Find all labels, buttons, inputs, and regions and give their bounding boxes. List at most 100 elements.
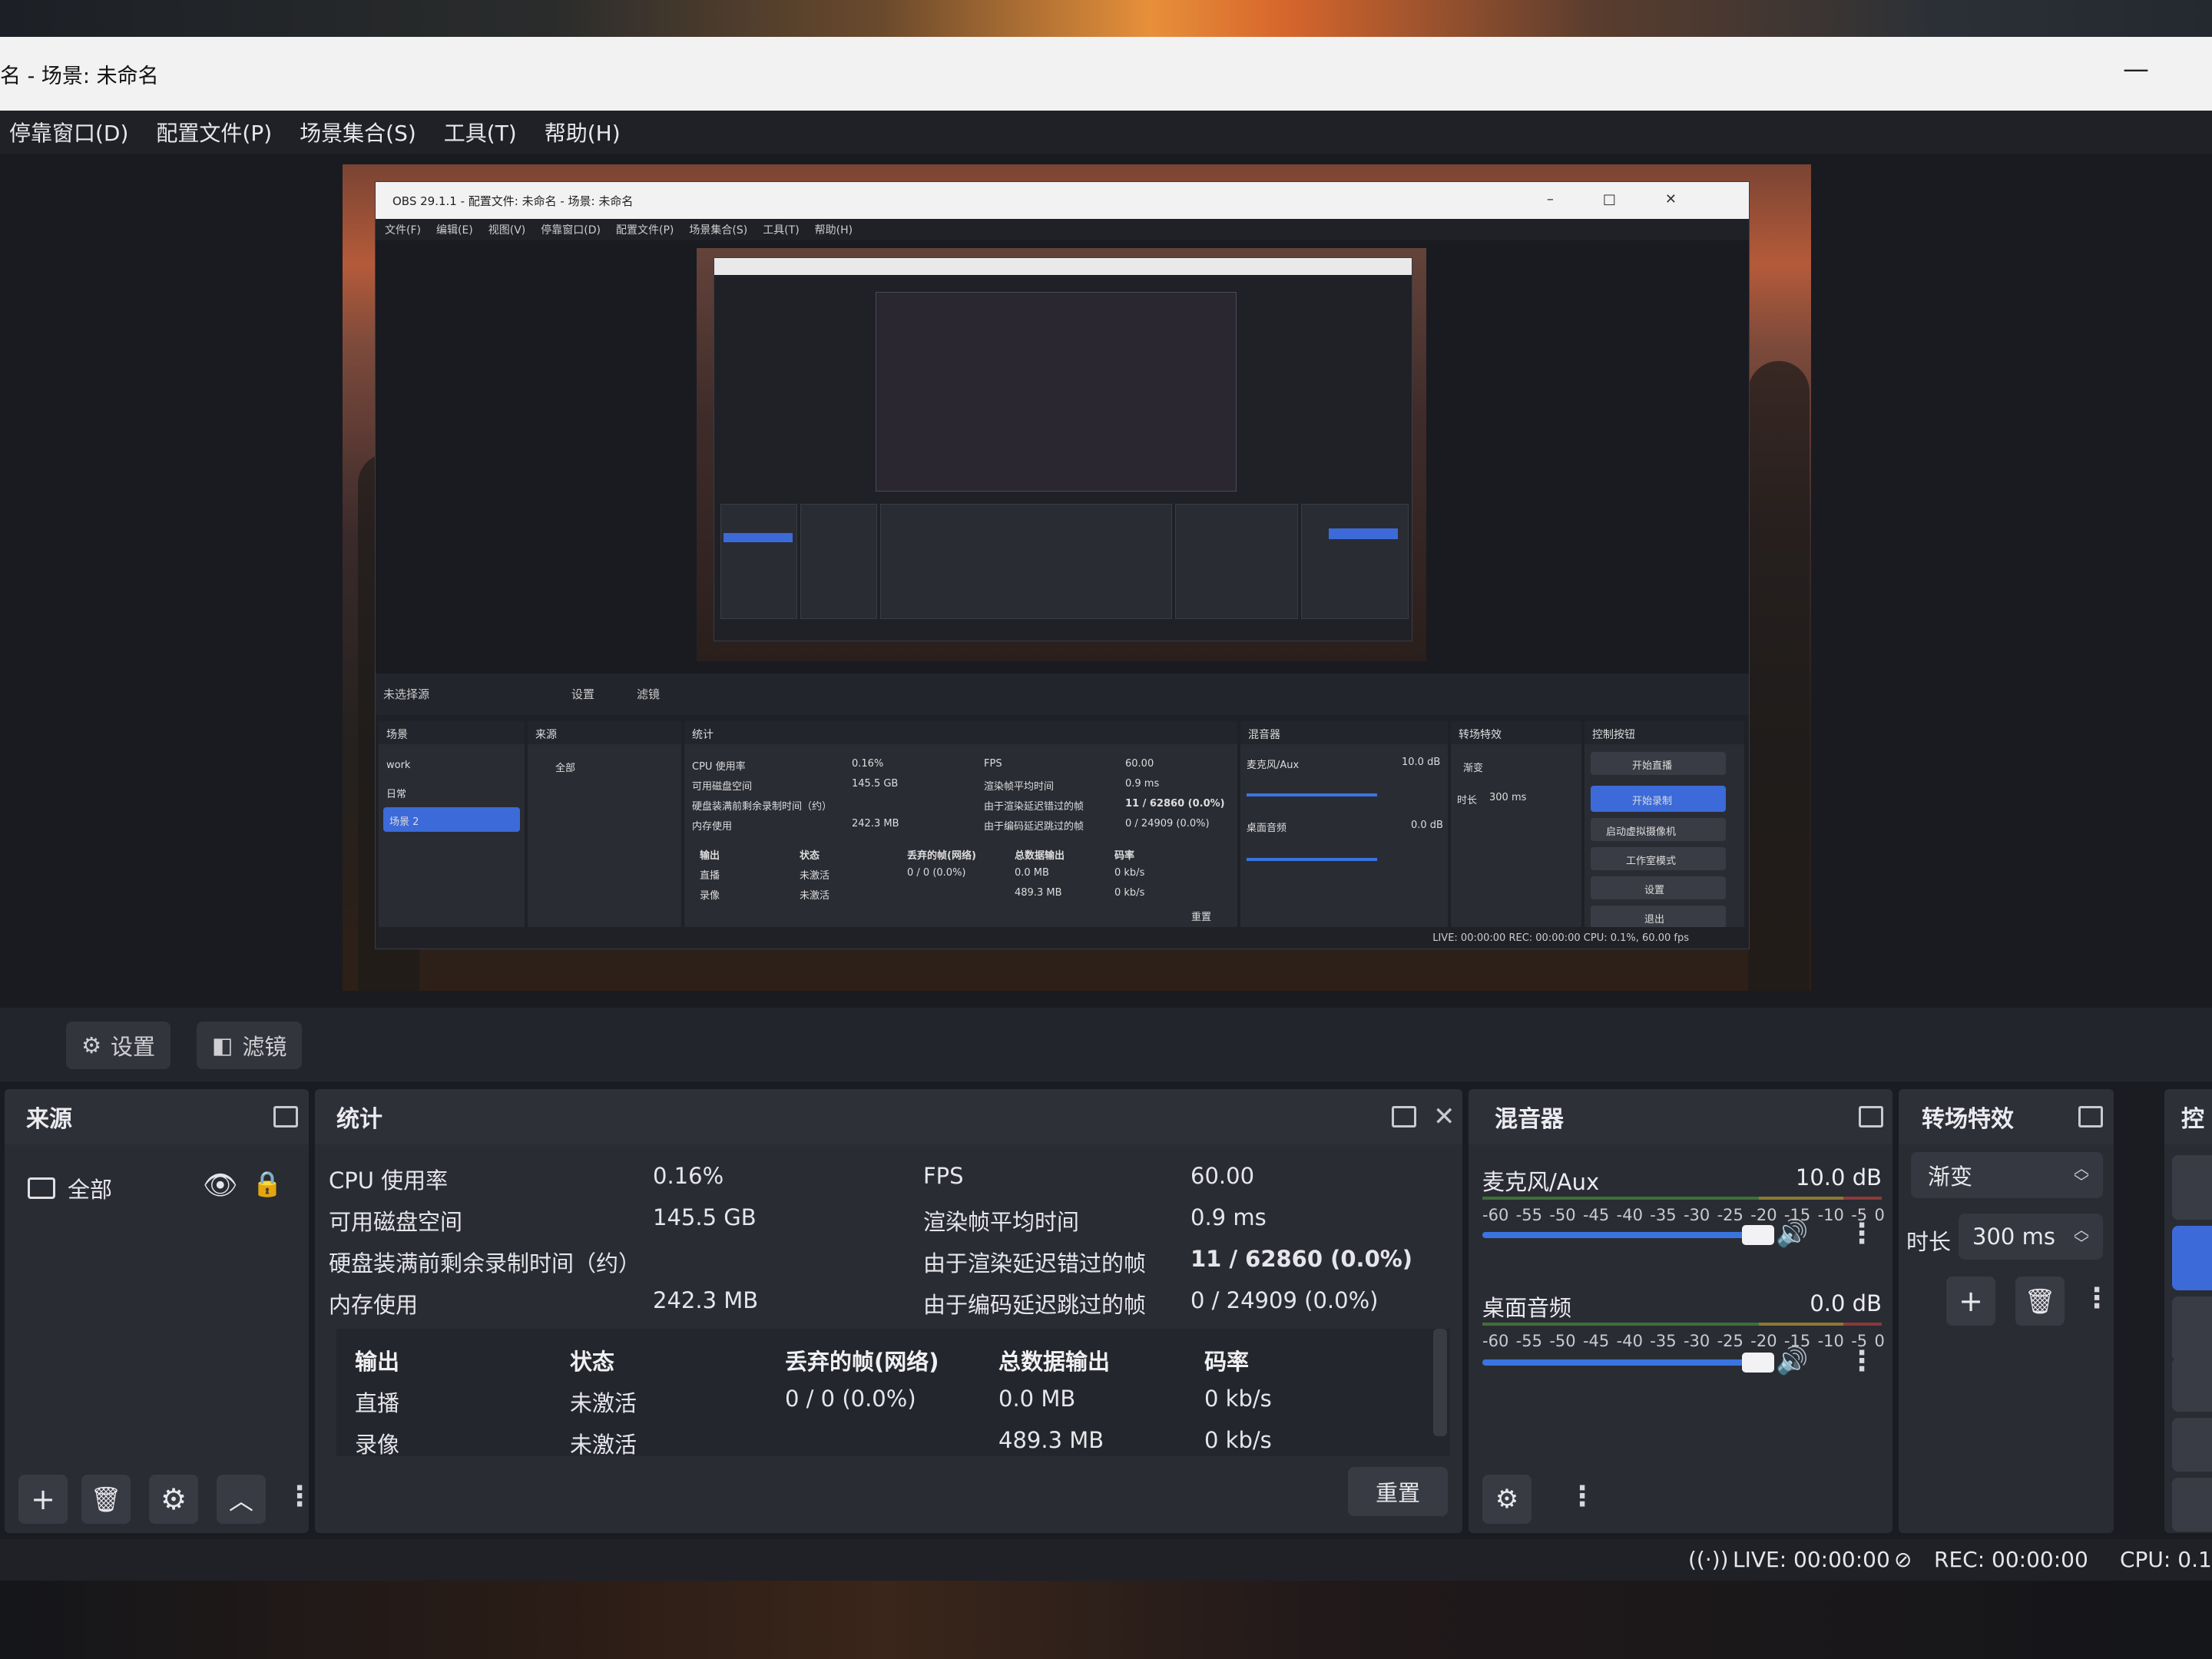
remove-source-button[interactable]: 🗑 — [81, 1475, 131, 1524]
speaker-icon[interactable]: 🔊 — [1776, 1218, 1808, 1249]
table-scrollbar[interactable] — [1433, 1329, 1447, 1436]
duration-spinbox[interactable]: 300 ms ︿ ﹀ — [1959, 1214, 2103, 1260]
scale-label: -45 — [1582, 1332, 1610, 1350]
more-options-icon[interactable]: ⋮ — [2083, 1283, 2111, 1314]
mixer-dock-header: 混音器 — [1469, 1089, 1892, 1144]
sources-dock-title: 来源 — [26, 1106, 72, 1133]
settings-button[interactable] — [2172, 1418, 2212, 1472]
nested-dock-title: 来源 — [528, 721, 681, 744]
meter-yellow — [1759, 1323, 1843, 1326]
menu-scene-collection[interactable]: 场景集合(S) — [290, 117, 426, 147]
status-bar: ((·)) LIVE: 00:00:00 ⊘ REC: 00:00:00 CPU… — [0, 1539, 2212, 1581]
more-options-icon[interactable]: ⋮ — [1848, 1346, 1876, 1377]
nested-stat-value: 0.16% — [852, 758, 884, 770]
nested-stat-label: 内存使用 — [692, 821, 733, 833]
more-options-icon[interactable]: ⋮ — [1848, 1218, 1876, 1250]
nested-table-cell: 0.0 MB — [1015, 867, 1049, 879]
volume-slider-handle[interactable] — [1742, 1225, 1774, 1245]
nested-preview — [376, 240, 1749, 732]
add-source-button[interactable]: + — [18, 1475, 68, 1524]
nested-scene-item: 日常 — [386, 789, 407, 800]
sources-dock: 来源 全部 👁 🔒 + 🗑 ⚙ ︿ ⋮ — [5, 1089, 309, 1533]
recursive-blue-button — [1329, 528, 1398, 539]
spin-arrows-icon[interactable]: ︿ ﹀ — [2074, 1222, 2089, 1251]
scale-label: 0 — [1874, 1332, 1885, 1350]
start-recording-button[interactable] — [2172, 1226, 2212, 1290]
audio-meter — [1482, 1197, 1882, 1204]
audio-meter — [1482, 1323, 1882, 1330]
source-properties-button[interactable]: ⚙ — [149, 1475, 198, 1524]
nested-toolbar-label: 未选择源 — [383, 687, 430, 701]
duration-value: 300 ms — [1972, 1224, 2055, 1250]
mixer-dock-title: 混音器 — [1495, 1106, 1564, 1133]
scale-label: -10 — [1817, 1206, 1844, 1224]
window-title: 名 - 场景: 未命名 — [0, 64, 159, 88]
nested-control-button: 开始直播 — [1591, 752, 1726, 775]
nested-volume-slider — [1247, 858, 1377, 861]
table-cell: 0 / 0 (0.0%) — [785, 1386, 916, 1412]
source-settings-button[interactable]: ⚙ 设置 — [66, 1022, 171, 1069]
float-dock-icon[interactable] — [1859, 1106, 1883, 1128]
nested-stat-label: FPS — [984, 758, 1002, 770]
float-dock-icon[interactable] — [1392, 1106, 1416, 1128]
nested-obs-window: OBS 29.1.1 - 配置文件: 未命名 - 场景: 未命名 –□✕ 文件(… — [375, 181, 1750, 949]
move-source-up-button[interactable]: ︿ — [217, 1475, 266, 1524]
nested-menu-item: 帮助(H) — [814, 224, 853, 237]
nested-menu-item: 配置文件(P) — [616, 224, 674, 237]
menu-docks[interactable]: 停靠窗口(D) — [0, 117, 137, 147]
scale-label: -20 — [1750, 1206, 1777, 1224]
filters-button[interactable]: ◧ 滤镜 — [197, 1022, 303, 1069]
advanced-audio-button[interactable]: ⚙ — [1482, 1475, 1532, 1524]
sources-dock-header: 来源 — [5, 1089, 309, 1144]
more-options-icon[interactable]: ⋮ — [286, 1481, 309, 1512]
nested-menu-item: 工具(T) — [763, 224, 800, 237]
stat-value: 145.5 GB — [653, 1204, 757, 1230]
table-cell: 0 kb/s — [1204, 1386, 1272, 1412]
stat-label: FPS — [923, 1163, 964, 1189]
table-cell: 录像 — [355, 1432, 400, 1456]
table-header: 码率 — [1204, 1349, 1250, 1375]
lock-icon[interactable]: 🔒 — [252, 1169, 283, 1198]
transition-select[interactable]: 渐变 ︿ ﹀ — [1911, 1152, 2103, 1198]
float-dock-icon[interactable] — [273, 1106, 298, 1128]
exit-button[interactable] — [2172, 1478, 2212, 1532]
menu-tools[interactable]: 工具(T) — [435, 117, 526, 147]
nested-reset: 重置 — [1191, 912, 1212, 923]
menu-help[interactable]: 帮助(H) — [535, 117, 630, 147]
trash-icon: 🗑 — [2024, 1286, 2056, 1316]
volume-slider-handle[interactable] — [1742, 1353, 1774, 1373]
nested-table-cell: 0 kb/s — [1114, 887, 1145, 899]
more-options-icon[interactable]: ⋮ — [1568, 1481, 1596, 1512]
nested-source-item: 全部 — [555, 763, 576, 774]
nested-stat-value: 0 / 24909 (0.0%) — [1125, 818, 1210, 830]
rec-time: REC: 00:00:00 — [1934, 1547, 2088, 1572]
minimize-button[interactable]: — — [2123, 54, 2149, 84]
menu-profile[interactable]: 配置文件(P) — [147, 117, 281, 147]
volume-slider[interactable] — [1482, 1353, 1774, 1373]
trash-icon: 🗑 — [90, 1485, 122, 1514]
preview-canvas[interactable]: OBS 29.1.1 - 配置文件: 未命名 - 场景: 未命名 –□✕ 文件(… — [343, 164, 1811, 991]
spin-arrows-icon: ︿ ﹀ — [2074, 1159, 2089, 1191]
close-icon[interactable]: ✕ — [1433, 1101, 1455, 1132]
nested-controls-dock: 控制按钮 开始直播 开始录制 启动虚拟摄像机 工作室模式 设置 退出 — [1584, 721, 1744, 929]
nested-status-text: LIVE: 00:00:00 REC: 00:00:00 CPU: 0.1%, … — [1432, 932, 1689, 944]
studio-mode-button[interactable] — [2172, 1358, 2212, 1412]
source-item[interactable]: 全部 — [28, 1172, 112, 1204]
start-streaming-button[interactable] — [2172, 1155, 2212, 1220]
scale-label: -50 — [1549, 1332, 1576, 1350]
speaker-icon[interactable]: 🔊 — [1776, 1346, 1808, 1376]
display-capture-icon — [28, 1177, 55, 1199]
remove-transition-button[interactable]: 🗑 — [2015, 1277, 2065, 1326]
float-dock-icon[interactable] — [2078, 1106, 2103, 1128]
nested-window-controls: –□✕ — [1546, 191, 1726, 207]
stat-value: 0 / 24909 (0.0%) — [1190, 1287, 1379, 1313]
mixer-dock: 混音器 麦克风/Aux 10.0 dB -60 -55 -50 -45 -40 … — [1469, 1089, 1892, 1533]
source-settings-label: 设置 — [111, 1034, 156, 1060]
volume-slider[interactable] — [1482, 1225, 1774, 1245]
meter-green — [1482, 1323, 1759, 1326]
reset-button[interactable]: 重置 — [1348, 1467, 1448, 1516]
virtual-camera-button[interactable] — [2172, 1296, 2212, 1361]
eye-icon[interactable]: 👁 — [203, 1169, 238, 1201]
nested-control-label: 设置 — [1644, 885, 1665, 896]
add-transition-button[interactable]: + — [1946, 1277, 1995, 1326]
